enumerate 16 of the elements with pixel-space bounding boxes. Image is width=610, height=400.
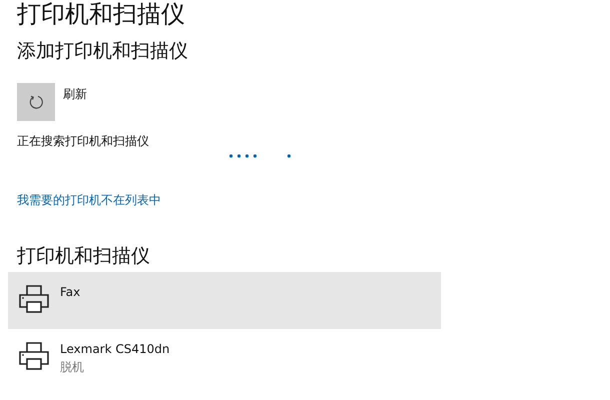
- device-status: 脱机: [60, 358, 85, 376]
- printer-icon: [18, 340, 50, 372]
- loading-dots-drawing: [229, 154, 291, 158]
- device-name: Fax: [60, 284, 80, 301]
- refresh-icon: [28, 94, 44, 110]
- section-heading: 打印机和扫描仪: [17, 244, 151, 268]
- refresh-button[interactable]: [17, 82, 55, 121]
- device-name: Lexmark CS410dn: [60, 340, 170, 358]
- device-item[interactable]: Fax: [8, 272, 441, 329]
- refresh-label: 刷新: [63, 86, 87, 103]
- missing-printer-link[interactable]: 我需要的打印机不在列表中: [17, 190, 161, 209]
- page-title: 打印机和扫描仪: [17, 0, 186, 28]
- section-heading: 添加打印机和扫描仪: [17, 40, 189, 63]
- printer-icon: [18, 282, 50, 315]
- device-item[interactable]: Lexmark CS410dn 脱机: [8, 328, 441, 386]
- searching-text: 正在搜索打印机和扫描仪: [17, 132, 150, 150]
